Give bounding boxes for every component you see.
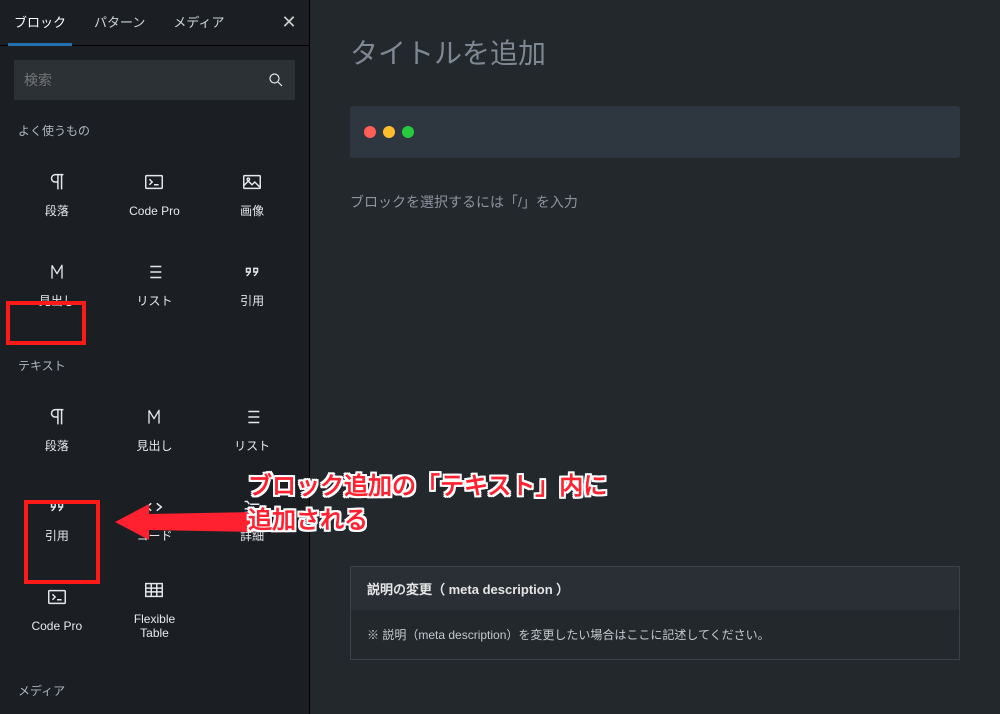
window-dot-yellow — [383, 126, 395, 138]
annotation-text: ブロック追加の「テキスト」内に 追加される — [248, 470, 607, 537]
block-quote[interactable]: 引用 — [8, 474, 106, 564]
tab-media-label: メディア — [173, 15, 224, 30]
grid-media: 画像 音声 メディアとテ キスト — [0, 703, 309, 714]
block-heading[interactable]: 見出し — [8, 239, 106, 329]
window-dot-green — [402, 126, 414, 138]
block-paragraph[interactable]: 段落 — [8, 149, 106, 239]
block-quote[interactable]: 引用 — [203, 239, 301, 329]
section-text-label: テキスト — [0, 341, 309, 378]
paragraph-icon — [45, 170, 69, 194]
block-audio[interactable]: 音声 — [106, 709, 204, 714]
block-label: 引用 — [240, 294, 264, 308]
quote-icon — [45, 495, 69, 519]
tab-pattern-label: パターン — [94, 15, 145, 30]
code-block-preview[interactable] — [350, 106, 960, 158]
block-label: リスト — [234, 439, 270, 453]
terminal-icon — [45, 585, 69, 609]
block-search[interactable] — [14, 60, 295, 100]
list-icon — [240, 405, 264, 429]
block-label: Code Pro — [31, 619, 82, 633]
block-placeholder[interactable]: ブロックを選択するには「/」を入力 — [310, 158, 1000, 246]
quote-icon — [240, 260, 264, 284]
terminal-icon — [142, 170, 166, 194]
block-list[interactable]: リスト — [203, 384, 301, 474]
tab-block[interactable]: ブロック — [0, 0, 80, 46]
window-dot-red — [364, 126, 376, 138]
post-title-input[interactable]: タイトルを追加 — [310, 0, 1000, 100]
block-inserter-panel: ブロック パターン メディア ✕ よく使うもの 段落 Code Pro 画像 見… — [0, 0, 310, 714]
block-flexible-table[interactable]: Flexible Table — [106, 564, 204, 654]
block-media-text[interactable]: メディアとテ キスト — [203, 709, 301, 714]
block-label: リスト — [136, 294, 172, 308]
section-media-label: メディア — [0, 666, 309, 703]
block-list[interactable]: リスト — [106, 239, 204, 329]
annotation-arrow — [115, 498, 255, 546]
search-icon — [267, 71, 285, 89]
block-code-pro[interactable]: Code Pro — [8, 564, 106, 654]
heading-icon — [45, 260, 69, 284]
block-image[interactable]: 画像 — [203, 149, 301, 239]
block-label: 段落 — [45, 204, 69, 218]
block-label: 画像 — [240, 204, 264, 218]
block-label: 段落 — [45, 439, 69, 453]
close-icon: ✕ — [281, 12, 296, 33]
editor-canvas: タイトルを追加 ブロックを選択するには「/」を入力 説明の変更（ meta de… — [310, 0, 1000, 714]
block-image[interactable]: 画像 — [8, 709, 106, 714]
meta-description-box: 説明の変更（ meta description ） ※ 説明（meta desc… — [350, 566, 960, 660]
heading-icon — [142, 405, 166, 429]
block-label: 引用 — [45, 529, 69, 543]
grid-frequent: 段落 Code Pro 画像 見出し リスト 引用 — [0, 143, 309, 341]
inserter-tabs: ブロック パターン メディア ✕ — [0, 0, 309, 46]
list-icon — [142, 260, 166, 284]
tab-block-label: ブロック — [14, 15, 66, 30]
block-label: Flexible Table — [134, 612, 175, 641]
meta-description-heading: 説明の変更（ meta description ） — [351, 567, 959, 610]
image-icon — [240, 170, 264, 194]
paragraph-icon — [45, 405, 69, 429]
tab-pattern[interactable]: パターン — [80, 0, 159, 46]
table-icon — [142, 578, 166, 602]
search-input[interactable] — [24, 72, 267, 88]
meta-description-note: ※ 説明（meta description）を変更したい場合はここに記述してくだ… — [351, 610, 959, 659]
block-paragraph[interactable]: 段落 — [8, 384, 106, 474]
tab-media[interactable]: メディア — [159, 0, 238, 46]
block-label: 見出し — [39, 294, 75, 308]
block-code-pro[interactable]: Code Pro — [106, 149, 204, 239]
close-inserter-button[interactable]: ✕ — [269, 3, 309, 43]
block-label: Code Pro — [129, 204, 180, 218]
section-frequent-label: よく使うもの — [0, 106, 309, 143]
block-label: 見出し — [136, 439, 172, 453]
block-heading[interactable]: 見出し — [106, 384, 204, 474]
